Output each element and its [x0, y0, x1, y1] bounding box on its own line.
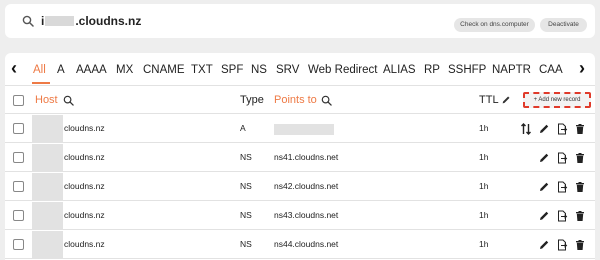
table-row: cloudns.nz NS ns43.cloudns.net 1h: [5, 202, 595, 230]
row-checkbox[interactable]: [13, 123, 24, 134]
add-new-record-button[interactable]: + Add new record: [523, 92, 591, 108]
points-to-cell: ns44.cloudns.net: [274, 239, 339, 249]
edit-pencil-icon[interactable]: [538, 210, 550, 222]
tab-srv[interactable]: SRV: [276, 64, 299, 77]
tab-caa[interactable]: CAA: [539, 64, 563, 77]
ttl-cell: 1h: [479, 239, 489, 249]
points-to-cell: ns42.cloudns.net: [274, 181, 339, 191]
type-cell: NS: [240, 210, 252, 220]
deactivate-button[interactable]: Deactivate: [540, 18, 587, 32]
host-cell: cloudns.nz: [64, 210, 105, 220]
edit-pencil-icon[interactable]: [538, 123, 550, 135]
tab-all[interactable]: All: [33, 64, 46, 77]
record-type-tabs: ‹ All A AAAA MX CNAME TXT SPF NS SRV Web…: [5, 53, 595, 86]
clone-record-icon[interactable]: [556, 239, 568, 251]
table-header: Host Type Points to TTL + Add new record: [5, 87, 595, 114]
points-to-cell: ns43.cloudns.net: [274, 210, 339, 220]
domain-prefix: i: [41, 14, 45, 28]
ttl-cell: 1h: [479, 123, 489, 133]
edit-pencil-icon[interactable]: [538, 239, 550, 251]
row-checkbox[interactable]: [13, 152, 24, 163]
tab-ns[interactable]: NS: [251, 64, 267, 77]
clone-record-icon[interactable]: [556, 123, 568, 135]
tabs-scroll-right-icon[interactable]: ›: [579, 58, 585, 78]
host-cell: cloudns.nz: [64, 239, 105, 249]
type-column-header[interactable]: Type: [240, 94, 264, 107]
search-icon: [22, 15, 34, 27]
clone-record-icon[interactable]: [556, 181, 568, 193]
host-cell: cloudns.nz: [64, 181, 105, 191]
delete-trash-icon[interactable]: [574, 239, 586, 251]
sort-arrows-icon[interactable]: [520, 123, 532, 135]
table-row: cloudns.nz NS ns44.cloudns.net 1h: [5, 231, 595, 259]
domain-masked-segment: [45, 16, 75, 26]
clone-record-icon[interactable]: [556, 210, 568, 222]
row-checkbox[interactable]: [13, 239, 24, 250]
delete-trash-icon[interactable]: [574, 152, 586, 164]
table-row: cloudns.nz A 1h: [5, 115, 595, 143]
clone-record-icon[interactable]: [556, 152, 568, 164]
active-tab-underline: [32, 82, 50, 84]
tab-alias[interactable]: ALIAS: [383, 64, 416, 77]
row-checkbox[interactable]: [13, 210, 24, 221]
points-to-column-header[interactable]: Points to: [274, 94, 317, 107]
points-to-search-icon[interactable]: [321, 95, 332, 106]
edit-pencil-icon[interactable]: [538, 152, 550, 164]
tab-spf[interactable]: SPF: [221, 64, 243, 77]
host-masked-prefix: [32, 115, 63, 143]
type-cell: NS: [240, 239, 252, 249]
tab-a[interactable]: A: [57, 64, 65, 77]
host-masked-prefix: [32, 202, 63, 230]
type-cell: NS: [240, 152, 252, 162]
host-search-icon[interactable]: [63, 95, 74, 106]
select-all-checkbox[interactable]: [13, 95, 24, 106]
tab-txt[interactable]: TXT: [191, 64, 213, 77]
ttl-cell: 1h: [479, 181, 489, 191]
tab-naptr[interactable]: NAPTR: [492, 64, 531, 77]
host-masked-prefix: [32, 144, 63, 172]
ttl-column-header: TTL: [479, 94, 499, 106]
type-cell: NS: [240, 181, 252, 191]
domain-name: i .cloudns.nz: [41, 14, 141, 28]
table-row: cloudns.nz NS ns41.cloudns.net 1h: [5, 144, 595, 172]
host-masked-prefix: [32, 173, 63, 201]
edit-pencil-icon[interactable]: [538, 181, 550, 193]
table-row: cloudns.nz NS ns42.cloudns.net 1h: [5, 173, 595, 201]
tab-aaaa[interactable]: AAAA: [76, 64, 107, 77]
check-on-dns-computer-button[interactable]: Check on dns.computer: [454, 18, 535, 32]
records-panel: ‹ All A AAAA MX CNAME TXT SPF NS SRV Web…: [5, 53, 595, 260]
host-masked-prefix: [32, 231, 63, 259]
tabs-scroll-left-icon[interactable]: ‹: [11, 58, 17, 78]
host-cell: cloudns.nz: [64, 152, 105, 162]
type-cell: A: [240, 123, 246, 133]
delete-trash-icon[interactable]: [574, 210, 586, 222]
host-cell: cloudns.nz: [64, 123, 105, 133]
tab-sshfp[interactable]: SSHFP: [448, 64, 486, 77]
points-to-masked-value: [274, 124, 334, 135]
row-checkbox[interactable]: [13, 181, 24, 192]
delete-trash-icon[interactable]: [574, 123, 586, 135]
domain-suffix: .cloudns.nz: [75, 14, 142, 28]
tab-rp[interactable]: RP: [424, 64, 440, 77]
domain-bar: i .cloudns.nz Check on dns.computer Deact…: [5, 4, 595, 38]
tab-cname[interactable]: CNAME: [143, 64, 185, 77]
tab-web-redirect[interactable]: Web Redirect: [308, 64, 377, 77]
delete-trash-icon[interactable]: [574, 181, 586, 193]
ttl-cell: 1h: [479, 152, 489, 162]
edit-ttl-pencil-icon[interactable]: [501, 95, 511, 105]
ttl-cell: 1h: [479, 210, 489, 220]
points-to-cell: ns41.cloudns.net: [274, 152, 339, 162]
host-column-header[interactable]: Host: [35, 94, 58, 107]
tab-mx[interactable]: MX: [116, 64, 133, 77]
